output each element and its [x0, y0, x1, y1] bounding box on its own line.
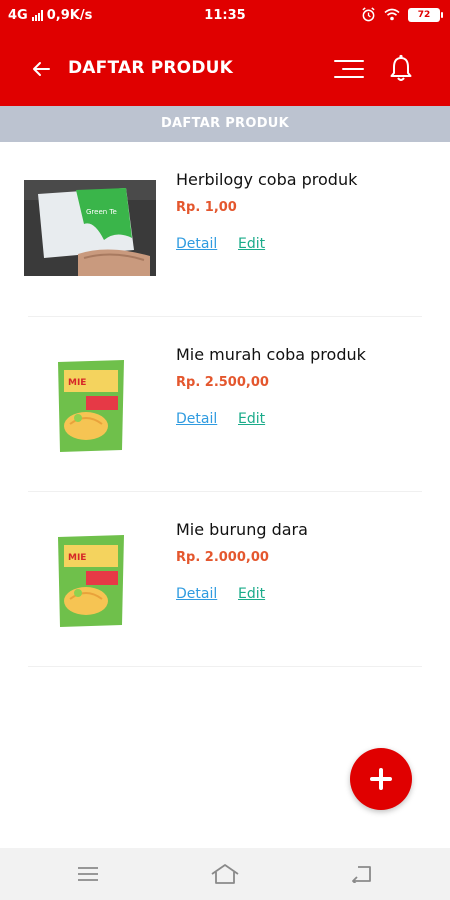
detail-link[interactable]: Detail [176, 411, 217, 427]
wifi-icon [384, 8, 400, 21]
product-image-herbal[interactable]: Green Te [24, 180, 156, 276]
status-right: 72 [361, 7, 443, 22]
product-name: Mie murah coba produk [176, 345, 366, 364]
product-item: MIE Mie murah coba produk Rp. 2.500,00 D… [0, 317, 450, 492]
svg-text:Green Te: Green Te [86, 208, 117, 216]
battery-level: 72 [417, 9, 431, 20]
product-name: Mie burung dara [176, 520, 308, 539]
battery-icon: 72 [408, 7, 443, 22]
product-price: Rp. 2.500,00 [176, 375, 269, 390]
back-arrow-icon[interactable] [24, 54, 58, 84]
bell-icon[interactable] [384, 52, 418, 86]
edit-link[interactable]: Edit [238, 236, 265, 252]
menu-icon[interactable] [328, 54, 368, 84]
product-image-noodle[interactable]: MIE [24, 351, 156, 453]
product-item: MIE Mie burung dara Rp. 2.000,00 Detail … [0, 492, 450, 667]
product-image-noodle[interactable]: MIE [24, 526, 156, 628]
product-item: Green Te Herbilogy coba produk Rp. 1,00 … [0, 142, 450, 317]
edit-link[interactable]: Edit [238, 586, 265, 602]
section-header: DAFTAR PRODUK [0, 106, 450, 142]
divider [28, 666, 422, 667]
recents-icon[interactable] [68, 860, 108, 888]
product-price: Rp. 2.000,00 [176, 550, 269, 565]
svg-text:MIE: MIE [68, 378, 86, 388]
edit-link[interactable]: Edit [238, 411, 265, 427]
product-list: Green Te Herbilogy coba produk Rp. 1,00 … [0, 142, 450, 667]
svg-text:MIE: MIE [68, 553, 86, 563]
system-nav-bar [0, 848, 450, 900]
add-product-button[interactable] [350, 748, 412, 810]
back-icon[interactable] [342, 860, 382, 888]
alarm-icon [362, 7, 375, 22]
detail-link[interactable]: Detail [176, 586, 217, 602]
home-icon[interactable] [205, 860, 245, 888]
product-price: Rp. 1,00 [176, 200, 237, 215]
app-bar: DAFTAR PRODUK [0, 32, 450, 106]
page-title: DAFTAR PRODUK [68, 58, 234, 78]
plus-icon [370, 768, 392, 790]
status-bar: 4G 0,9K/s 11:35 72 [0, 0, 450, 32]
product-name: Herbilogy coba produk [176, 170, 358, 189]
detail-link[interactable]: Detail [176, 236, 217, 252]
